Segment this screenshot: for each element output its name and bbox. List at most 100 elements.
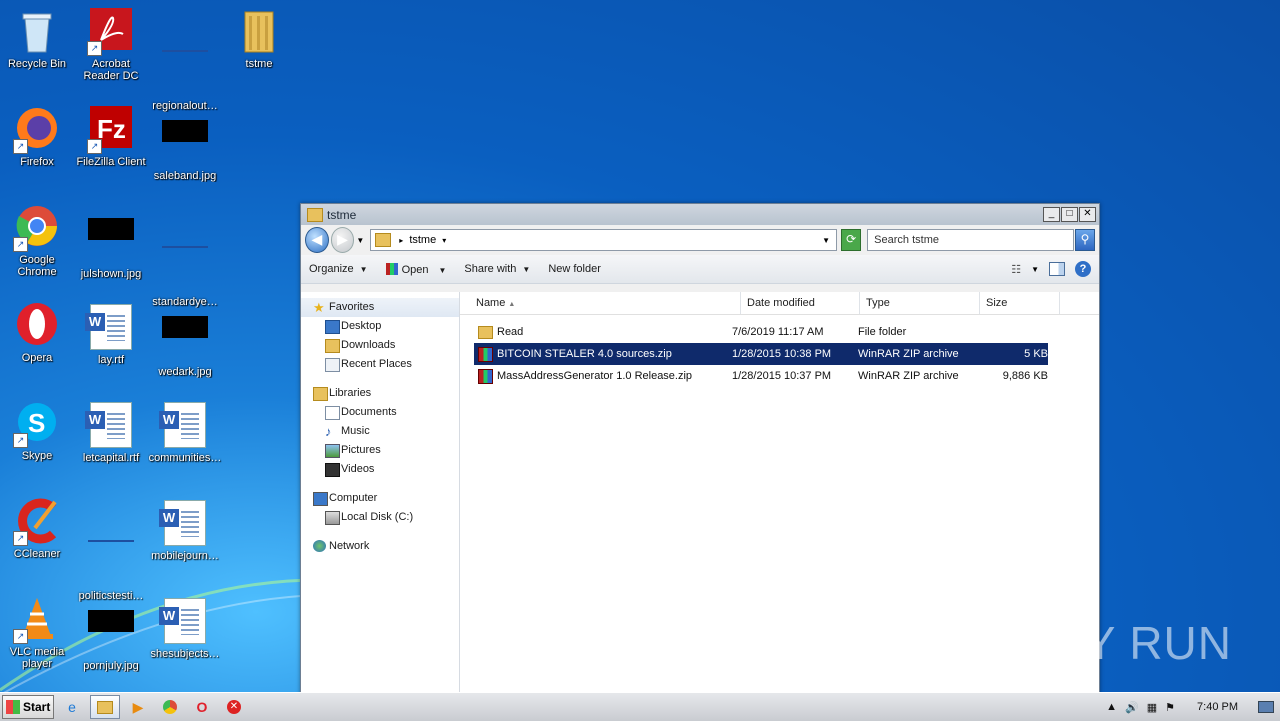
pornjuly-desktop-icon[interactable]: pornjuly.jpg xyxy=(74,596,148,672)
nav-pictures[interactable]: Pictures xyxy=(301,441,459,460)
nav-documents[interactable]: Documents xyxy=(301,403,459,422)
shortcut-arrow-icon: ↗ xyxy=(13,139,28,154)
taskbar-media-player-icon[interactable]: ▶ xyxy=(124,696,152,718)
nav-network[interactable]: Network xyxy=(301,537,459,556)
julshown-desktop-icon[interactable]: julshown.jpg xyxy=(74,204,148,280)
recycle-bin-icon xyxy=(13,8,61,56)
videos-icon xyxy=(325,463,340,477)
nav-music[interactable]: ♪ Music xyxy=(301,422,459,441)
maximize-button[interactable]: □ xyxy=(1061,207,1078,222)
desktop-icon xyxy=(325,320,340,334)
taskbar-error-app-icon[interactable]: ✕ xyxy=(220,696,248,718)
explorer-window[interactable]: tstme _ □ ✕ ◀ ▶ ▼ ▸ tstme ▾ ▼ ⟳ Search t… xyxy=(300,203,1100,695)
chrome-desktop-icon[interactable]: ↗ Google Chrome xyxy=(0,204,74,278)
column-name[interactable]: Name ▲ xyxy=(460,292,741,314)
organize-button[interactable]: Organize ▼ xyxy=(309,263,368,275)
recent-pages-chevron-icon[interactable]: ▼ xyxy=(356,236,364,245)
word-document-icon: W xyxy=(85,304,135,352)
shortcut-arrow-icon: ↗ xyxy=(13,433,28,448)
nav-computer[interactable]: Computer xyxy=(301,489,459,508)
saleband-desktop-icon[interactable]: saleband.jpg xyxy=(148,106,222,182)
address-bar[interactable]: ▸ tstme ▾ ▼ xyxy=(370,229,838,251)
taskbar-opera-icon[interactable]: O xyxy=(188,696,216,718)
shesubjects-desktop-icon[interactable]: W shesubjects… xyxy=(148,596,222,660)
nav-videos[interactable]: Videos xyxy=(301,460,459,479)
communities-desktop-icon[interactable]: W communities… xyxy=(148,400,222,464)
nav-recent-places[interactable]: Recent Places xyxy=(301,355,459,374)
ccleaner-desktop-icon[interactable]: ↗ CCleaner xyxy=(0,498,74,560)
politicstesti-desktop-icon[interactable]: politicstesti… xyxy=(74,498,148,602)
lay-rtf-desktop-icon[interactable]: W lay.rtf xyxy=(74,302,148,366)
letcapital-desktop-icon[interactable]: W letcapital.rtf xyxy=(74,400,148,464)
recycle-bin-desktop-icon[interactable]: Recycle Bin xyxy=(0,8,74,70)
network-tray-icon[interactable]: ▦ xyxy=(1147,701,1157,714)
opera-icon xyxy=(13,302,61,350)
view-options-icon[interactable]: ☷ xyxy=(1011,263,1021,276)
address-row: ◀ ▶ ▼ ▸ tstme ▾ ▼ ⟳ Search tstme ⚲ xyxy=(301,225,1099,255)
breadcrumb-chevron-icon[interactable]: ▾ xyxy=(442,236,446,245)
volume-icon[interactable]: 🔊 xyxy=(1125,701,1139,714)
column-type[interactable]: Type xyxy=(860,292,980,314)
file-row-selected[interactable]: BITCOIN STEALER 4.0 sources.zip 1/28/201… xyxy=(474,343,1048,365)
tray-expand-icon[interactable]: ▲ xyxy=(1106,701,1117,713)
back-button[interactable]: ◀ xyxy=(305,227,329,253)
file-row[interactable]: MassAddressGenerator 1.0 Release.zip 1/2… xyxy=(474,365,1099,387)
window-titlebar[interactable]: tstme _ □ ✕ xyxy=(301,204,1099,225)
taskbar-chrome-icon[interactable] xyxy=(156,696,184,718)
search-input[interactable]: Search tstme xyxy=(867,229,1074,251)
command-bar: Organize ▼ Open ▼ Share with ▼ New folder ☷… xyxy=(301,255,1099,284)
new-folder-button[interactable]: New folder xyxy=(548,263,601,275)
image-file-icon xyxy=(161,316,209,364)
standardye-desktop-icon[interactable]: standardye… xyxy=(148,204,222,308)
filezilla-desktop-icon[interactable]: Fz ↗ FileZilla Client xyxy=(74,106,148,168)
breadcrumb-chevron-icon[interactable]: ▸ xyxy=(399,236,403,245)
share-with-button[interactable]: Share with ▼ xyxy=(464,263,530,275)
clock[interactable]: 7:40 PM xyxy=(1197,701,1238,713)
search-icon[interactable]: ⚲ xyxy=(1074,229,1096,251)
nav-favorites[interactable]: ★ Favorites xyxy=(301,298,459,317)
minimize-button[interactable]: _ xyxy=(1043,207,1060,222)
winrar-icon xyxy=(385,262,398,275)
close-button[interactable]: ✕ xyxy=(1079,207,1096,222)
preview-pane-icon[interactable] xyxy=(1049,262,1065,276)
forward-button[interactable]: ▶ xyxy=(330,227,355,253)
action-center-flag-icon[interactable]: ⚑ xyxy=(1165,701,1175,714)
star-icon: ★ xyxy=(313,300,325,315)
breadcrumb-tstme[interactable]: tstme xyxy=(409,234,436,246)
taskbar-explorer-icon[interactable] xyxy=(90,695,120,719)
document-icon xyxy=(161,50,209,98)
open-button[interactable]: Open ▼ xyxy=(385,262,446,276)
shortcut-arrow-icon: ↗ xyxy=(13,237,28,252)
mobilejourn-desktop-icon[interactable]: W mobilejourn… xyxy=(148,498,222,562)
shortcut-arrow-icon: ↗ xyxy=(13,629,28,644)
regionalout-desktop-icon[interactable]: regionalout… xyxy=(148,8,222,112)
refresh-button[interactable]: ⟳ xyxy=(841,229,862,251)
nav-local-disk[interactable]: Local Disk (C:) xyxy=(301,508,459,527)
taskbar-ie-icon[interactable]: e xyxy=(58,696,86,718)
image-file-icon xyxy=(87,610,135,658)
column-size[interactable]: Size xyxy=(980,292,1060,314)
acrobat-desktop-icon[interactable]: ↗ Acrobat Reader DC xyxy=(74,8,148,82)
start-button[interactable]: Start xyxy=(2,695,54,719)
windows-logo-icon xyxy=(6,700,20,714)
skype-desktop-icon[interactable]: S ↗ Skype xyxy=(0,400,74,462)
tstme-folder-desktop-icon[interactable]: tstme xyxy=(222,8,296,70)
folder-icon xyxy=(235,8,283,56)
firefox-desktop-icon[interactable]: ↗ Firefox xyxy=(0,106,74,168)
vlc-desktop-icon[interactable]: ↗ VLC media player xyxy=(0,596,74,670)
help-icon[interactable]: ? xyxy=(1075,261,1091,277)
disk-icon xyxy=(325,511,340,525)
file-row[interactable]: Read 7/6/2019 11:17 AM File folder xyxy=(474,321,1099,343)
shortcut-arrow-icon: ↗ xyxy=(13,531,28,546)
view-dropdown-icon[interactable]: ▼ xyxy=(1031,265,1039,274)
address-dropdown-icon[interactable]: ▼ xyxy=(822,236,830,245)
nav-downloads[interactable]: Downloads xyxy=(301,336,459,355)
opera-desktop-icon[interactable]: Opera xyxy=(0,302,74,364)
nav-libraries[interactable]: Libraries xyxy=(301,384,459,403)
wedark-desktop-icon[interactable]: wedark.jpg xyxy=(148,302,222,378)
recent-places-icon xyxy=(325,358,340,372)
nav-desktop[interactable]: Desktop xyxy=(301,317,459,336)
show-desktop-button[interactable] xyxy=(1258,701,1274,713)
winrar-archive-icon xyxy=(478,346,493,362)
column-date-modified[interactable]: Date modified xyxy=(741,292,860,314)
